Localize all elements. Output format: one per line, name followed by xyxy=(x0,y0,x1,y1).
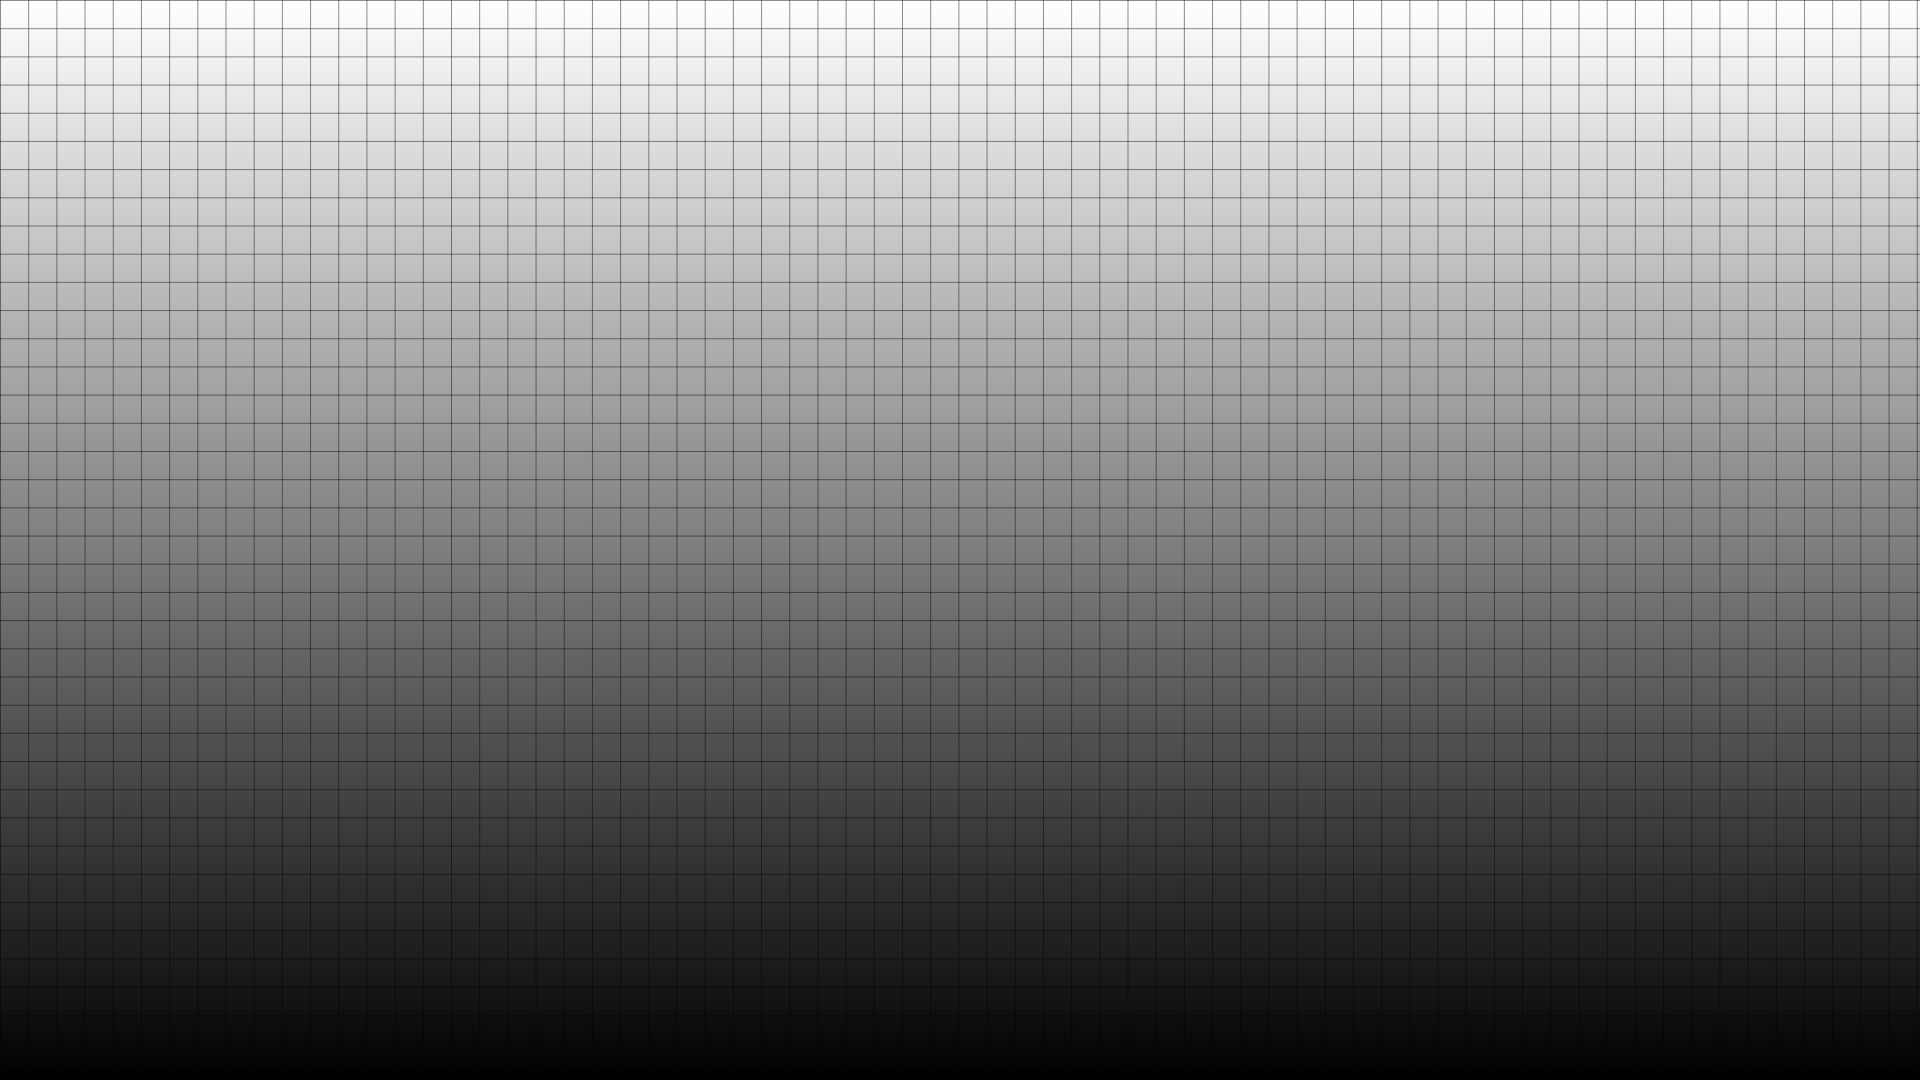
grid-overlay xyxy=(0,0,1920,1080)
gradient-background xyxy=(0,0,1920,1080)
